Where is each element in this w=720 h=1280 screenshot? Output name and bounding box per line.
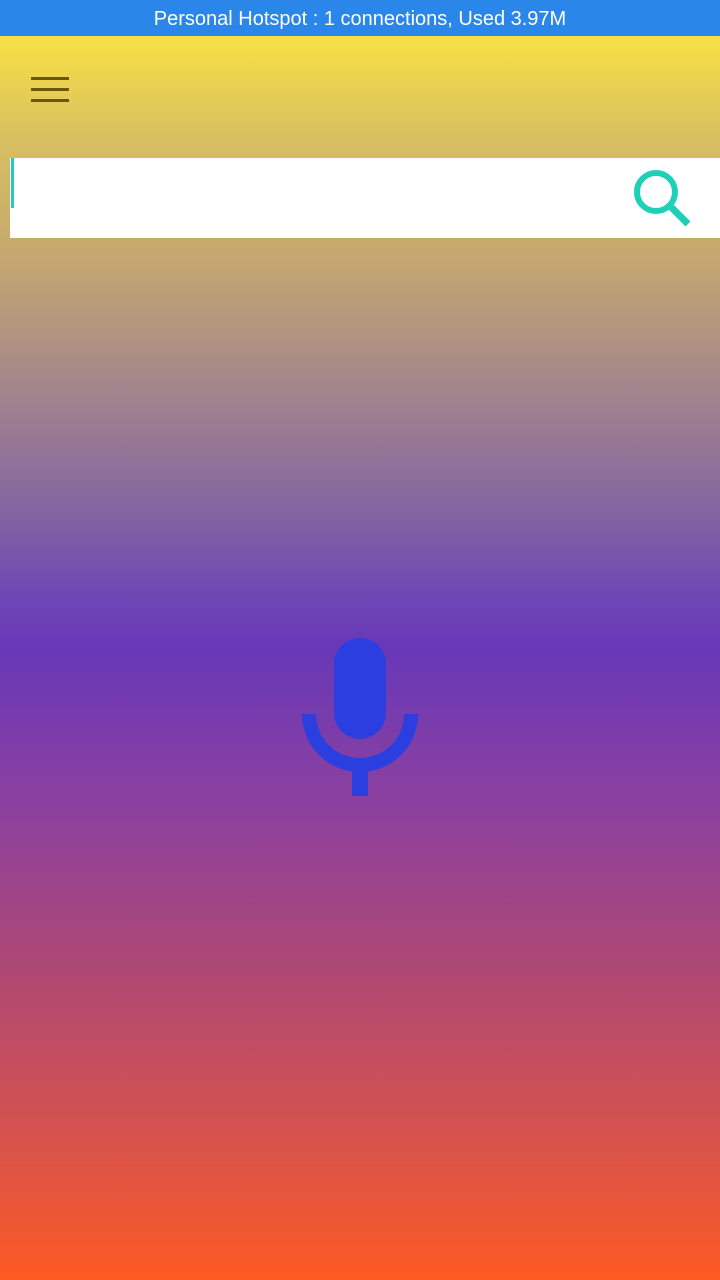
menu-button[interactable] xyxy=(28,74,72,108)
search-icon xyxy=(634,170,691,227)
text-cursor xyxy=(11,158,14,208)
status-bar-text: Personal Hotspot : 1 connections, Used 3… xyxy=(153,8,567,30)
search-input[interactable] xyxy=(22,158,622,238)
status-bar: Personal Hotspot : 1 connections, Used 3… xyxy=(0,0,720,36)
microphone-icon xyxy=(302,638,418,796)
search-button[interactable] xyxy=(630,166,696,232)
app-screen xyxy=(0,36,720,1280)
voice-search-button[interactable] xyxy=(296,636,424,802)
search-bar xyxy=(10,158,720,238)
